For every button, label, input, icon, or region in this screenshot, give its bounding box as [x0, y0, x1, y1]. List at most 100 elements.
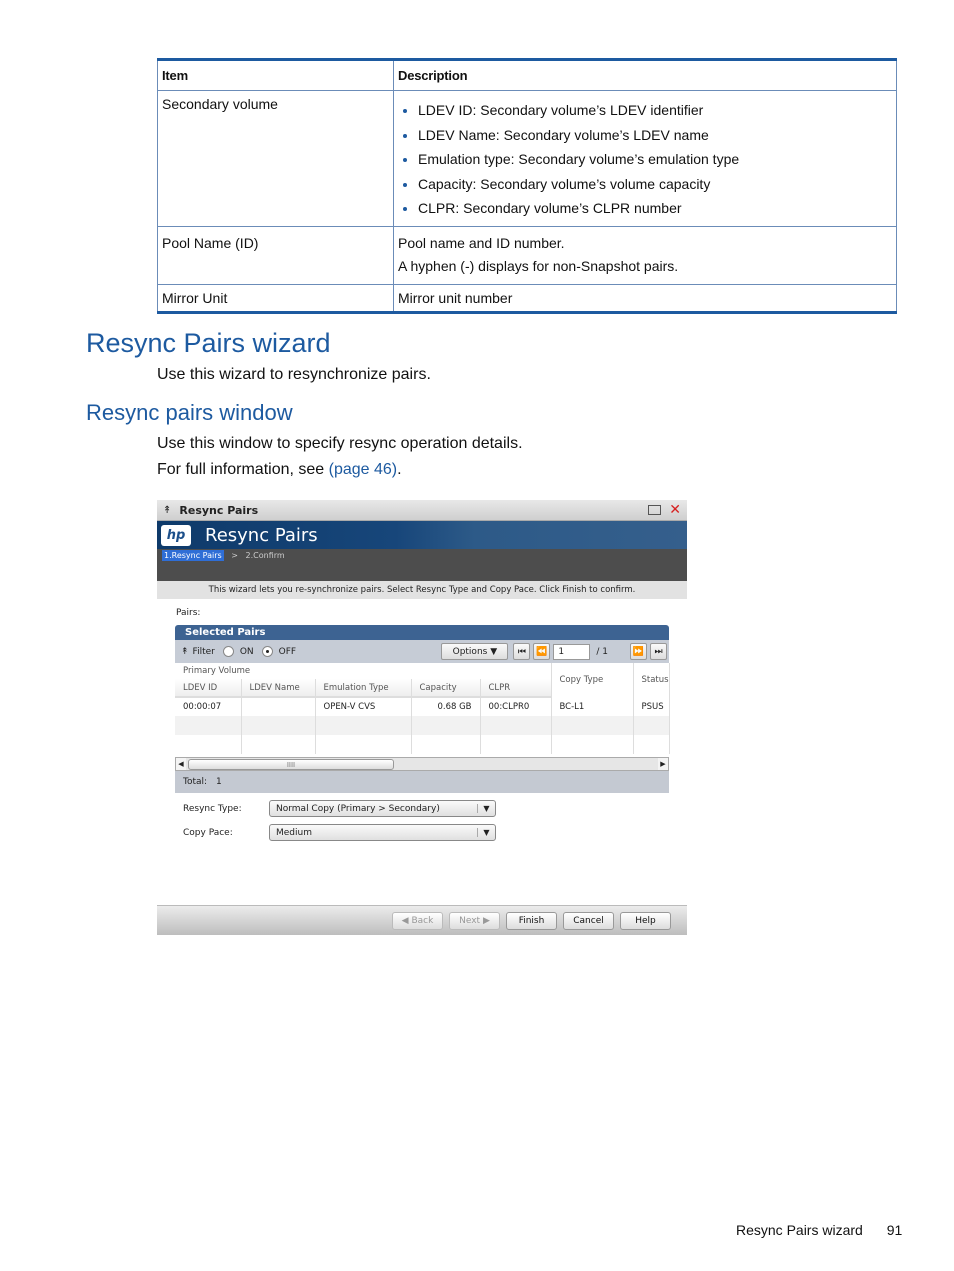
cell-clpr: 00:CLPR0	[480, 697, 552, 716]
resync-type-value: Normal Copy (Primary > Secondary)	[276, 803, 440, 814]
page-total: / 1	[596, 646, 608, 657]
wizard-instruction: This wizard lets you re-synchronize pair…	[157, 581, 687, 599]
back-button[interactable]: ◀ Back	[392, 911, 443, 930]
wizard-button-bar: ◀ Back Next ▶ Finish Cancel Help	[157, 905, 687, 935]
maximize-icon[interactable]	[648, 505, 662, 515]
page-number: 91	[886, 1222, 903, 1238]
copy-pace-row: Copy Pace: Medium ▼	[183, 824, 496, 841]
dropdown-arrow-icon: ▼	[490, 646, 498, 657]
col-ldev-name[interactable]: LDEV Name	[241, 679, 316, 698]
next-page-button[interactable]: ⏩	[630, 643, 647, 660]
back-arrow-icon: ◀	[401, 915, 409, 926]
scroll-thumb[interactable]: IIII	[188, 759, 394, 770]
next-button[interactable]: Next ▶	[449, 911, 500, 930]
panel-title: Selected Pairs	[175, 625, 669, 640]
total-label: Total:	[183, 777, 208, 787]
cell-copy-type: BC-L1	[551, 697, 634, 716]
first-page-button[interactable]: ⏮	[513, 643, 531, 660]
filter-collapse-icon[interactable]: ↟	[181, 647, 189, 657]
bullet-list: LDEV ID: Secondary volume’s LDEV identif…	[398, 98, 892, 221]
cell-status: PSUS	[633, 697, 670, 716]
resync-type-row: Resync Type: Normal Copy (Primary > Seco…	[183, 800, 496, 817]
group-header-primary-volume: Primary Volume	[175, 663, 552, 679]
col-status[interactable]: Status	[633, 663, 670, 697]
cancel-button[interactable]: Cancel	[563, 911, 614, 930]
description-line: Pool name and ID number.	[398, 235, 565, 251]
resync-type-select[interactable]: Normal Copy (Primary > Secondary) ▼	[269, 800, 496, 817]
finish-button[interactable]: Finish	[506, 911, 557, 930]
item-cell: Mirror Unit	[157, 284, 394, 313]
item-cell: Secondary volume	[157, 90, 394, 227]
empty-row	[175, 735, 670, 754]
collapse-icon[interactable]: ↟	[163, 505, 171, 516]
empty-row	[175, 716, 670, 735]
bullet-item: Emulation type: Secondary volume’s emula…	[418, 147, 892, 172]
step-separator: >	[231, 551, 238, 560]
total-value: 1	[215, 777, 222, 787]
footer-section: Resync Pairs wizard	[736, 1222, 863, 1238]
page-link[interactable]: (page 46)	[329, 461, 398, 478]
close-icon[interactable]: ✕	[669, 502, 681, 518]
table-row[interactable]: 00:00:07 OPEN-V CVS 0.68 GB 00:CLPR0 BC-…	[175, 697, 670, 716]
filter-off-label: OFF	[278, 646, 297, 657]
step-confirm: 2.Confirm	[245, 551, 285, 560]
col-copy-type[interactable]: Copy Type	[551, 663, 634, 697]
pairs-label: Pairs:	[176, 608, 201, 618]
header-description: Description	[393, 59, 897, 91]
filter-off-radio[interactable]	[261, 646, 273, 657]
last-page-icon: ⏭	[654, 646, 663, 657]
subsection-intro: Use this window to specify resync operat…	[157, 435, 523, 452]
next-arrow-icon: ▶	[482, 915, 490, 926]
more-info-prefix: For full information, see	[157, 461, 329, 478]
copy-pace-label: Copy Pace:	[183, 827, 233, 838]
description-cell: Mirror unit number	[393, 284, 897, 313]
table-header-row: Item Description	[157, 59, 897, 91]
section-intro: Use this wizard to resynchronize pairs.	[157, 366, 431, 383]
selected-pairs-panel: Selected Pairs ↟ Filter ON OFF Options ▼…	[175, 625, 670, 794]
options-button[interactable]: Options ▼	[441, 643, 509, 660]
dropdown-arrow-icon: ▼	[477, 804, 495, 813]
horizontal-scrollbar[interactable]: ◀ IIII ▶	[175, 757, 669, 771]
page-number-input[interactable]: 1	[553, 643, 591, 660]
dropdown-arrow-icon: ▼	[477, 828, 495, 837]
scroll-right-icon[interactable]: ▶	[658, 758, 668, 770]
description-line: A hyphen (-) displays for non-Snapshot p…	[398, 258, 679, 274]
total-bar: Total: 1	[175, 771, 669, 793]
cell-capacity: 0.68 GB	[411, 697, 481, 716]
prev-page-icon: ⏪	[536, 646, 548, 657]
copy-pace-select[interactable]: Medium ▼	[269, 824, 496, 841]
table-row: Pool Name (ID) Pool name and ID number. …	[157, 226, 897, 285]
subsection-heading: Resync pairs window	[86, 400, 293, 425]
description-cell: LDEV ID: Secondary volume’s LDEV identif…	[393, 90, 897, 227]
bullet-item: LDEV Name: Secondary volume’s LDEV name	[418, 123, 892, 148]
cell-emulation-type: OPEN-V CVS	[315, 697, 412, 716]
resync-pairs-window-screenshot: ↟ Resync Pairs ✕ hp Resync Pairs 1.Resyn…	[157, 500, 687, 935]
col-ldev-id[interactable]: LDEV ID	[175, 679, 242, 698]
table-row: Secondary volume LDEV ID: Secondary volu…	[157, 90, 897, 227]
col-clpr[interactable]: CLPR	[480, 679, 552, 698]
last-page-button[interactable]: ⏭	[650, 643, 667, 660]
filter-on-radio[interactable]	[222, 646, 234, 657]
description-cell: Pool name and ID number. A hyphen (-) di…	[393, 226, 897, 285]
bullet-item: CLPR: Secondary volume’s CLPR number	[418, 196, 892, 221]
col-emulation-type[interactable]: Emulation Type	[315, 679, 412, 698]
options-label: Options	[452, 646, 488, 657]
first-page-icon: ⏮	[517, 646, 526, 657]
pairs-grid: Primary Volume Copy Type Status LDEV ID …	[175, 663, 670, 757]
window-titlebar: ↟ Resync Pairs ✕	[157, 500, 687, 521]
prev-page-button[interactable]: ⏪	[533, 643, 551, 660]
description-table: Item Description Secondary volume LDEV I…	[157, 58, 897, 314]
wizard-steps: 1.Resync Pairs > 2.Confirm	[157, 549, 687, 581]
panel-toolbar: ↟ Filter ON OFF Options ▼ ⏮ ⏪ 1 / 1 ⏩ ⏭	[175, 640, 669, 663]
resync-type-label: Resync Type:	[183, 803, 242, 814]
col-capacity[interactable]: Capacity	[411, 679, 481, 698]
section-heading: Resync Pairs wizard	[86, 328, 331, 358]
page-footer: Resync Pairs wizard 91	[736, 1222, 902, 1238]
help-button[interactable]: Help	[620, 911, 671, 930]
bullet-item: Capacity: Secondary volume’s volume capa…	[418, 172, 892, 197]
bullet-item: LDEV ID: Secondary volume’s LDEV identif…	[418, 98, 892, 123]
cell-ldev-name	[241, 697, 316, 716]
table-row: Mirror Unit Mirror unit number	[157, 284, 897, 313]
window-title: Resync Pairs	[179, 503, 259, 517]
scroll-left-icon[interactable]: ◀	[176, 758, 186, 770]
